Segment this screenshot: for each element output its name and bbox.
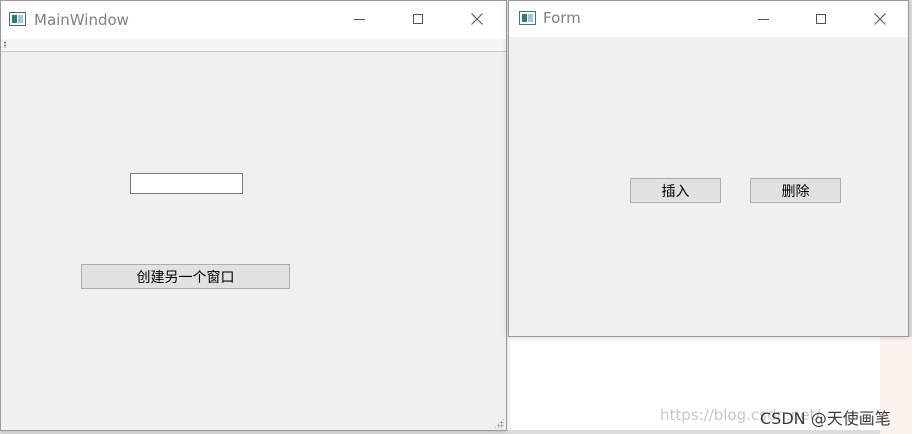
create-window-button[interactable]: 创建另一个窗口 — [81, 264, 290, 289]
close-icon[interactable] — [454, 1, 500, 37]
credit-label: CSDN @天使画笔 — [760, 409, 891, 428]
form-window-titlebar[interactable]: Form — [509, 1, 908, 37]
delete-button[interactable]: 删除 — [750, 178, 841, 203]
close-icon[interactable] — [857, 1, 903, 37]
main-window-titlebar[interactable]: MainWindow — [1, 1, 506, 39]
maximize-icon[interactable] — [798, 1, 844, 37]
insert-button[interactable]: 插入 — [630, 178, 721, 203]
window-app-icon — [519, 11, 536, 25]
text-input[interactable] — [130, 173, 243, 194]
window-title: MainWindow — [34, 11, 129, 29]
size-grip-icon[interactable] — [494, 418, 504, 428]
minimize-icon[interactable] — [336, 1, 382, 37]
maximize-icon[interactable] — [395, 1, 441, 37]
menu-bar[interactable] — [1, 39, 506, 52]
form-window: Form 插入 删除 — [508, 0, 909, 337]
main-window: MainWindow 创建另一个窗口 — [0, 0, 507, 431]
menu-grip-icon — [4, 41, 6, 48]
window-app-icon — [9, 12, 26, 26]
minimize-icon[interactable] — [740, 1, 786, 37]
window-title: Form — [543, 9, 581, 27]
